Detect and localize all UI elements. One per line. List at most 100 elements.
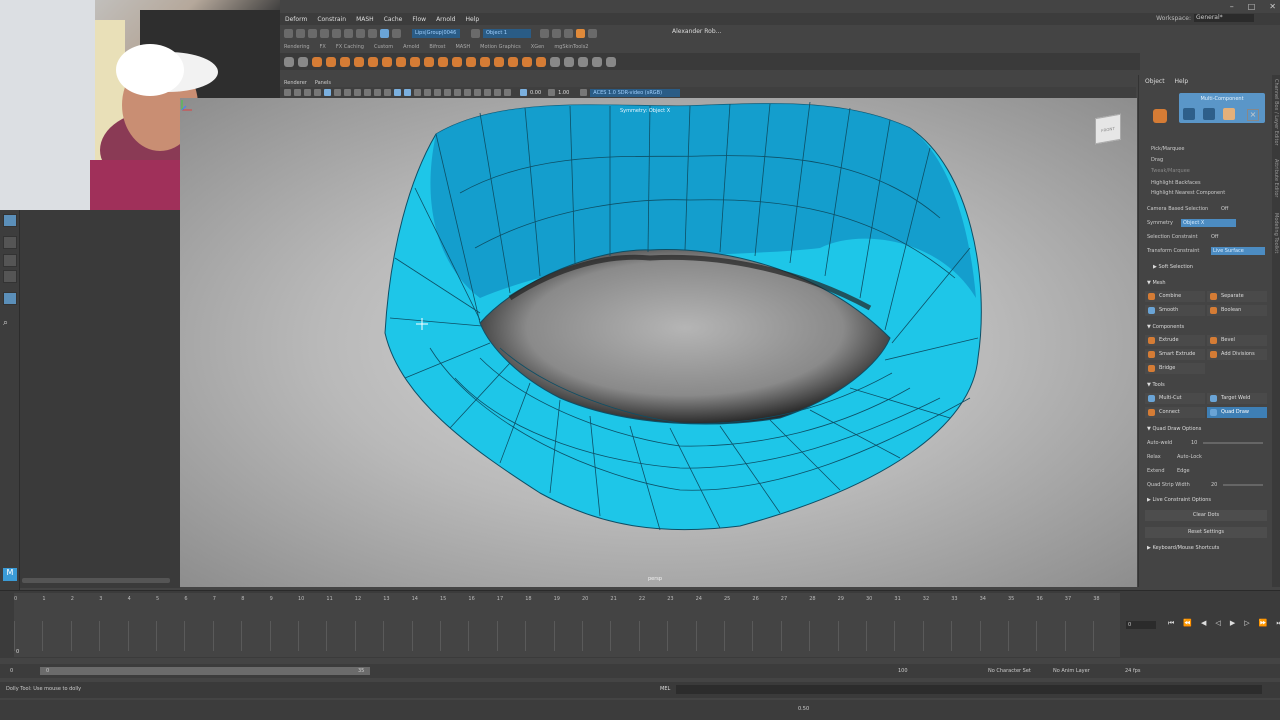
quad-strip-width-slider[interactable] [1223,484,1263,486]
symmetry-dropdown[interactable]: Object X [1181,219,1236,227]
shelf-tab-rendering[interactable]: Rendering [284,44,310,50]
select-component-icon[interactable] [332,28,341,38]
search-icon[interactable]: ⌕ [3,318,17,331]
camera-attributes-icon[interactable] [294,89,301,96]
auto-weld-checkbox[interactable]: Auto-weld [1147,440,1172,446]
anti-alias-icon[interactable] [464,89,471,96]
snap-curve-icon[interactable] [356,28,365,38]
range-end-field[interactable]: 100 [898,668,908,674]
menu-arnold[interactable]: Arnold [431,16,460,23]
gamma-value[interactable]: 1.00 [558,90,569,96]
shelf-tab-custom[interactable]: Custom [374,44,393,50]
snap-point-icon[interactable] [368,28,377,38]
tab-channel-box[interactable]: Channel Box / Layer Editor [1273,79,1279,146]
bookmark-icon[interactable] [304,89,311,96]
extrude-shelf-icon[interactable] [480,56,490,67]
multi-cut-shelf-icon[interactable] [550,56,560,67]
auto-weld-slider[interactable] [1203,442,1263,444]
shelf-tab-bifrost[interactable]: Bifrost [429,44,445,50]
film-gate-icon[interactable] [334,89,341,96]
cube-icon[interactable] [326,56,336,67]
mel-label[interactable]: MEL [660,686,670,692]
reset-settings-button[interactable]: Reset Settings [1145,527,1267,538]
close-icon[interactable]: ✕ [1269,2,1276,11]
single-perspective-icon[interactable] [3,236,17,249]
quad-draw-button[interactable]: Quad Draw [1207,407,1267,418]
separate-shelf-icon[interactable] [438,56,448,67]
outliner-scrollbar[interactable] [22,578,170,583]
highlight-backfaces-checkbox[interactable]: Highlight Backfaces [1151,180,1201,186]
maximize-icon[interactable]: □ [1248,2,1256,11]
boolean-button[interactable]: Boolean [1207,305,1267,316]
persp-outliner-icon[interactable] [3,270,17,283]
shelf-tab-motion-graphics[interactable]: Motion Graphics [480,44,521,50]
snap-view-icon[interactable] [392,28,401,38]
cylinder-icon[interactable] [340,56,350,67]
viewport-3d[interactable]: Symmetry: Object X persp FRONT [180,98,1137,587]
separate-button[interactable]: Separate [1207,291,1267,302]
paint-shelf-icon[interactable] [606,56,616,67]
target-weld-button[interactable]: Target Weld [1207,393,1267,404]
uv-mode-icon[interactable]: × [1247,109,1259,121]
sphere-icon[interactable] [312,56,322,67]
shortcuts-section[interactable]: Keyboard/Mouse Shortcuts [1147,545,1219,551]
snap-surface-icon[interactable] [380,28,389,38]
pick-marquee-radio[interactable]: Pick/Marquee [1151,146,1184,152]
smooth-button[interactable]: Smooth [1145,305,1205,316]
shelf-tab-arnold[interactable]: Arnold [403,44,419,50]
transform-constraint-dropdown[interactable]: Live Surface [1211,247,1265,255]
quad-strip-width-value[interactable]: 20 [1211,482,1217,488]
highlight-nearest-checkbox[interactable]: Highlight Nearest Component [1151,190,1225,196]
extract-shelf-icon[interactable] [452,56,462,67]
tab-object[interactable]: Object [1145,78,1165,85]
character-set-dropdown[interactable]: No Character Set [988,668,1031,674]
bevel-button[interactable]: Bevel [1207,335,1267,346]
play-forward-icon[interactable]: ▶ [1230,619,1235,628]
add-divisions-button[interactable]: Add Divisions [1207,349,1267,360]
outliner-panel[interactable] [20,210,180,588]
smart-extrude-button[interactable]: Smart Extrude [1145,349,1205,360]
motion-blur-icon[interactable] [454,89,461,96]
mel-input[interactable] [676,685,1262,694]
components-section[interactable]: Components [1147,324,1184,330]
vertex-mode-icon[interactable] [1183,108,1195,120]
ambient-occlusion-icon[interactable] [444,89,451,96]
fps-dropdown[interactable]: 24 fps [1125,668,1141,674]
live-constraint-section[interactable]: Live Constraint Options [1147,497,1211,503]
plane-icon[interactable] [382,56,392,67]
shelf-tab-mash[interactable]: MASH [455,44,470,50]
isolate-icon[interactable] [474,89,481,96]
ipr-icon[interactable] [552,28,561,38]
range-slider[interactable] [40,667,370,675]
step-back-icon[interactable]: ◀ [1201,619,1206,628]
shelf-tab-xgen[interactable]: XGen [531,44,545,50]
cone-icon[interactable] [354,56,364,67]
viewcube[interactable]: FRONT [1095,113,1121,145]
image-plane-icon[interactable] [314,89,321,96]
bridge-button[interactable]: Bridge [1145,363,1205,374]
maya-logo-icon[interactable]: M [3,568,17,581]
current-frame-field[interactable]: 0 [1126,621,1156,629]
auto-weld-value[interactable]: 10 [1191,440,1197,446]
merge-shelf-icon[interactable] [508,56,518,67]
select-object-icon[interactable] [320,28,329,38]
anim-layer-dropdown[interactable]: No Anim Layer [1053,668,1090,674]
soft-selection-section[interactable]: Soft Selection [1153,264,1193,270]
extrude-button[interactable]: Extrude [1145,335,1205,346]
smooth-shade-icon[interactable] [404,89,411,96]
user-account[interactable]: Alexander Rob... [672,28,721,35]
go-to-start-icon[interactable]: ⏮ [1168,619,1174,628]
combine-button[interactable]: Combine [1145,291,1205,302]
textured-icon[interactable] [414,89,421,96]
quad-draw-shelf-icon[interactable] [564,56,574,67]
range-start-field[interactable]: 0 [10,668,13,674]
workspace-dropdown[interactable]: General* [1194,14,1254,22]
menu-cache[interactable]: Cache [379,16,408,23]
pipe-icon[interactable] [396,56,406,67]
pause-icon[interactable] [588,28,597,38]
extend-dropdown[interactable]: Edge [1177,468,1190,474]
step-back-key-icon[interactable]: ⏪ [1183,619,1192,628]
fill-hole-shelf-icon[interactable] [522,56,532,67]
menu-deform[interactable]: Deform [280,16,312,23]
selection-constraint-dropdown[interactable]: Off [1211,234,1218,240]
